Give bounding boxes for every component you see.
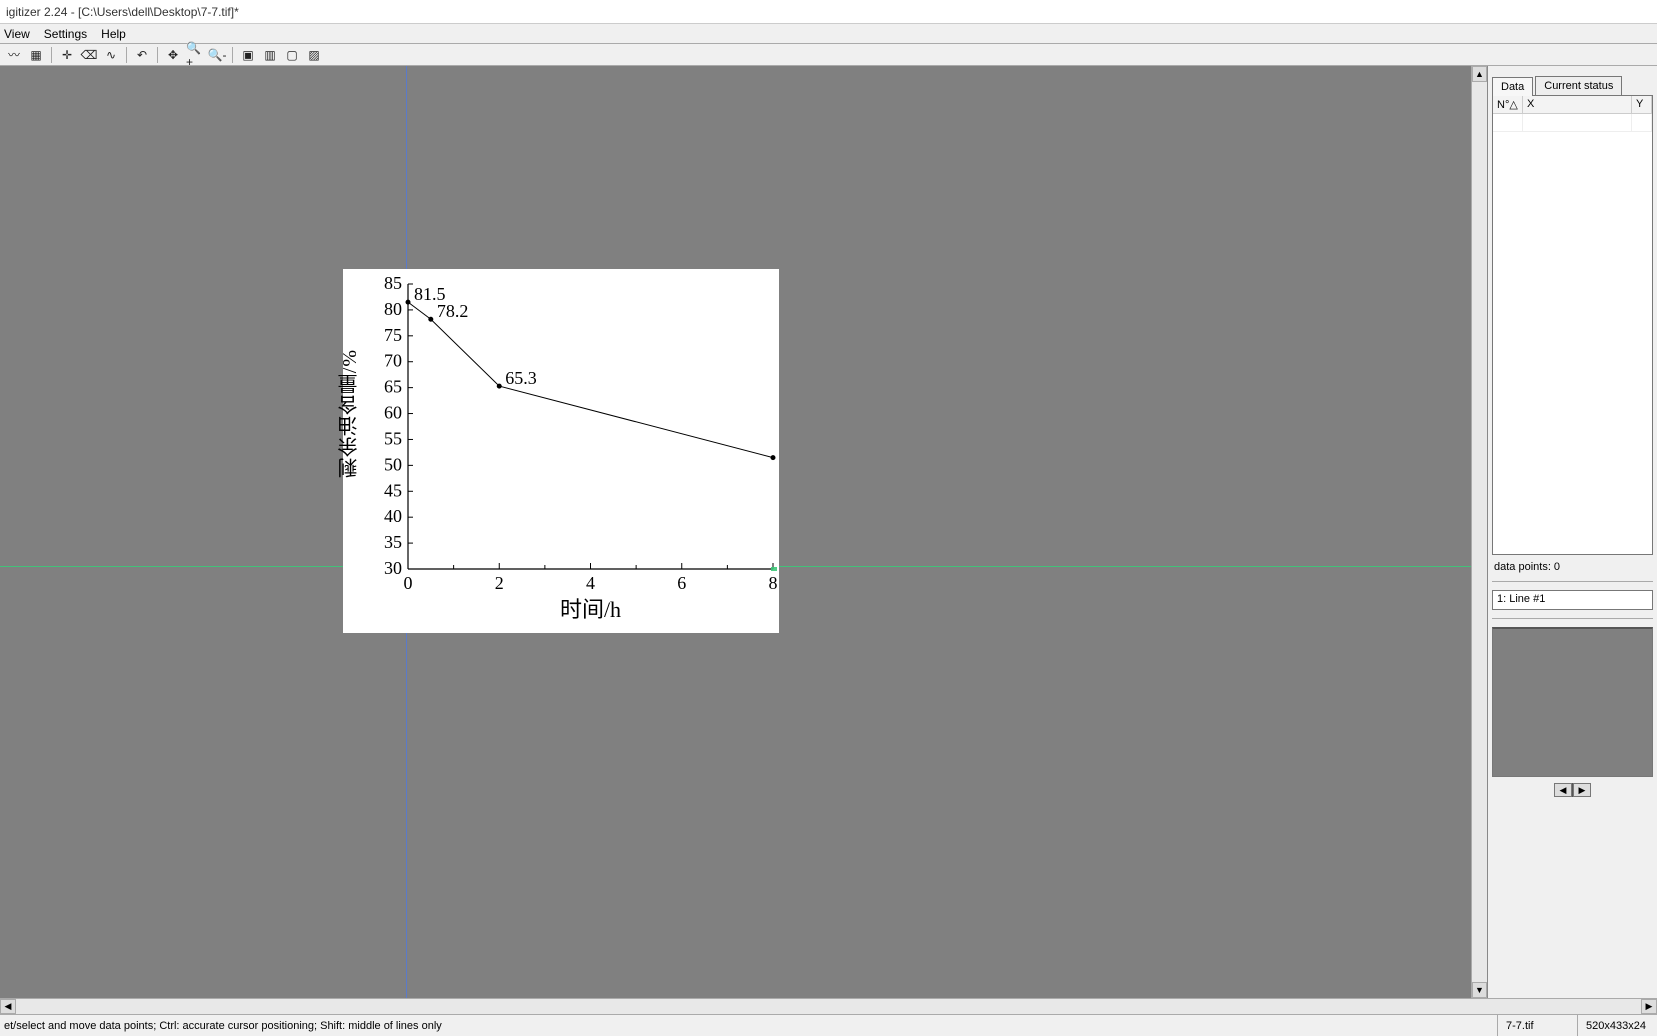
side-panel: Data Current status N°△ X Y data points:… bbox=[1487, 66, 1657, 998]
titlebar: igitizer 2.24 - [C:\Users\dell\Desktop\7… bbox=[0, 0, 1657, 24]
tool-move-icon[interactable]: ✥ bbox=[163, 46, 183, 64]
svg-text:65.3: 65.3 bbox=[505, 368, 537, 388]
scroll-down-icon[interactable]: ▼ bbox=[1472, 982, 1487, 998]
canvas[interactable]: 剩余油含量/% 30 35 40 45 50 55 60 65 70 75 80 85 0 2 4 6 8 时间/… bbox=[0, 66, 1471, 998]
tool-box-icon[interactable]: ▢ bbox=[282, 46, 302, 64]
chart-svg: 30354045505560657075808502468时间/h81.578.… bbox=[343, 269, 779, 633]
svg-text:8: 8 bbox=[769, 573, 778, 593]
separator bbox=[232, 47, 233, 63]
svg-text:40: 40 bbox=[384, 506, 402, 526]
y-axis-label: 剩余油含量/% bbox=[335, 349, 364, 478]
svg-text:78.2: 78.2 bbox=[437, 301, 469, 321]
svg-text:80: 80 bbox=[384, 299, 402, 319]
separator bbox=[126, 47, 127, 63]
side-tabs: Data Current status bbox=[1492, 76, 1653, 95]
svg-text:50: 50 bbox=[384, 454, 402, 474]
separator bbox=[51, 47, 52, 63]
tool-image-icon[interactable]: ▣ bbox=[238, 46, 258, 64]
window-title: igitizer 2.24 - [C:\Users\dell\Desktop\7… bbox=[6, 5, 239, 19]
scroll-right-icon[interactable]: ▶ bbox=[1641, 999, 1657, 1014]
tool-zoom-in-icon[interactable]: 🔍+ bbox=[185, 46, 205, 64]
menu-view[interactable]: View bbox=[4, 27, 30, 41]
tool-crosshair-icon[interactable]: ✛ bbox=[57, 46, 77, 64]
line-selector[interactable]: 1: Line #1 bbox=[1492, 590, 1653, 610]
svg-text:2: 2 bbox=[495, 573, 504, 593]
menu-help[interactable]: Help bbox=[101, 27, 126, 41]
nav-next-icon[interactable]: ▶ bbox=[1573, 783, 1591, 797]
nav-prev-icon[interactable]: ◀ bbox=[1554, 783, 1572, 797]
col-n-header[interactable]: N°△ bbox=[1493, 96, 1523, 113]
divider bbox=[1492, 618, 1653, 619]
chart: 剩余油含量/% 30354045505560657075808502468时间/… bbox=[343, 269, 779, 633]
tool-gridlines-icon[interactable]: ▥ bbox=[260, 46, 280, 64]
scroll-left-icon[interactable]: ◀ bbox=[0, 999, 16, 1014]
status-file: 7-7.tif bbox=[1497, 1015, 1577, 1036]
divider bbox=[1492, 581, 1653, 582]
svg-text:35: 35 bbox=[384, 532, 402, 552]
table-header: N°△ X Y bbox=[1493, 96, 1652, 114]
tab-data[interactable]: Data bbox=[1492, 77, 1533, 96]
svg-text:30: 30 bbox=[384, 558, 402, 578]
svg-text:45: 45 bbox=[384, 480, 402, 500]
svg-text:4: 4 bbox=[586, 573, 595, 593]
data-points-count: data points: 0 bbox=[1494, 561, 1651, 573]
thumbnail-preview bbox=[1492, 627, 1653, 777]
svg-text:0: 0 bbox=[404, 573, 413, 593]
canvas-vscrollbar[interactable]: ▲ ▼ bbox=[1471, 66, 1487, 998]
svg-text:85: 85 bbox=[384, 273, 402, 293]
scroll-up-icon[interactable]: ▲ bbox=[1472, 66, 1487, 82]
canvas-hscrollbar[interactable]: ◀ ▶ bbox=[0, 998, 1657, 1014]
tool-eraser-icon[interactable]: ⌫ bbox=[79, 46, 99, 64]
tool-zoom-out-icon[interactable]: 🔍- bbox=[207, 46, 227, 64]
thumbnail-nav: ◀ ▶ bbox=[1488, 783, 1657, 797]
tool-chart-icon[interactable]: ▨ bbox=[304, 46, 324, 64]
main: 剩余油含量/% 30 35 40 45 50 55 60 65 70 75 80 85 0 2 4 6 8 时间/… bbox=[0, 66, 1657, 998]
menubar: View Settings Help bbox=[0, 24, 1657, 44]
status-dimensions: 520x433x24 bbox=[1577, 1015, 1657, 1036]
svg-text:75: 75 bbox=[384, 325, 402, 345]
svg-text:6: 6 bbox=[677, 573, 686, 593]
toolbar: 〰 ▦ ✛ ⌫ ∿ ↶ ✥ 🔍+ 🔍- ▣ ▥ ▢ ▨ bbox=[0, 44, 1657, 66]
tool-curve-icon[interactable]: ∿ bbox=[101, 46, 121, 64]
tool-undo-icon[interactable]: ↶ bbox=[132, 46, 152, 64]
svg-text:60: 60 bbox=[384, 403, 402, 423]
svg-text:55: 55 bbox=[384, 428, 402, 448]
separator bbox=[157, 47, 158, 63]
tool-grid-icon[interactable]: ▦ bbox=[26, 46, 46, 64]
tool-line-icon[interactable]: 〰 bbox=[4, 46, 24, 64]
svg-text:时间/h: 时间/h bbox=[560, 597, 621, 622]
data-table[interactable]: N°△ X Y bbox=[1492, 95, 1653, 555]
statusbar: et/select and move data points; Ctrl: ac… bbox=[0, 1014, 1657, 1036]
svg-text:65: 65 bbox=[384, 377, 402, 397]
menu-settings[interactable]: Settings bbox=[44, 27, 87, 41]
tab-current-status[interactable]: Current status bbox=[1535, 76, 1622, 95]
col-y-header[interactable]: Y bbox=[1632, 96, 1652, 113]
table-row bbox=[1493, 114, 1652, 132]
svg-text:70: 70 bbox=[384, 351, 402, 371]
status-hint: et/select and move data points; Ctrl: ac… bbox=[0, 1020, 1497, 1032]
col-x-header[interactable]: X bbox=[1523, 96, 1632, 113]
